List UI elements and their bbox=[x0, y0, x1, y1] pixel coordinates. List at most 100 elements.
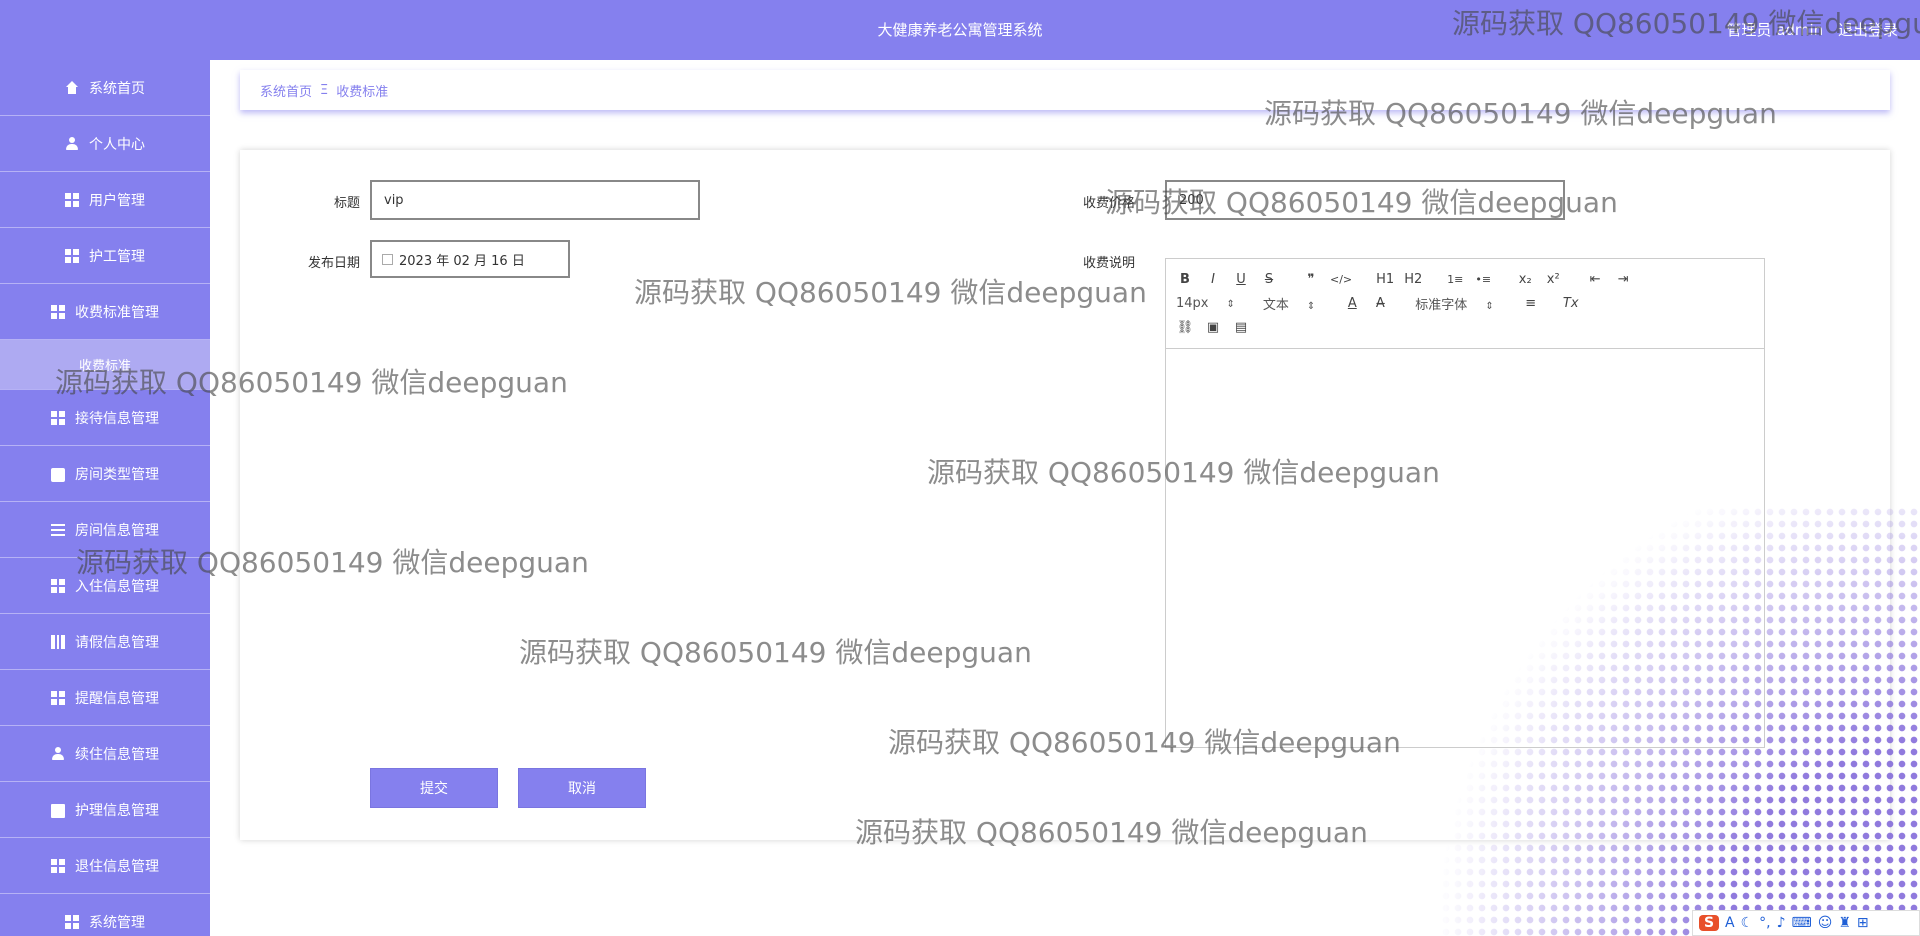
user-icon bbox=[51, 746, 65, 761]
sidebar-item-label: 个人中心 bbox=[89, 136, 145, 153]
user-icon bbox=[65, 136, 79, 151]
user-area: 管理员 admin 退出登录 bbox=[1716, 0, 1898, 60]
sidebar-item-label: 收费标准 bbox=[78, 359, 131, 374]
sidebar-item-home[interactable]: 系统首页 bbox=[0, 60, 210, 116]
cancel-button[interactable]: 取消 bbox=[518, 768, 646, 808]
select-arrow-icon: ⇕ bbox=[1226, 298, 1235, 310]
sidebar-item-label: 请假信息管理 bbox=[75, 634, 159, 651]
sidebar-item-label: 护理信息管理 bbox=[75, 802, 159, 819]
sidebar-item-label: 收费标准管理 bbox=[75, 304, 159, 321]
table-icon bbox=[51, 634, 65, 649]
sidebar-item-label: 入住信息管理 bbox=[75, 578, 159, 595]
sidebar-item-profile[interactable]: 个人中心 bbox=[0, 116, 210, 172]
grid-icon bbox=[51, 690, 65, 705]
ticket-icon bbox=[51, 804, 65, 818]
sidebar-item-leave[interactable]: 请假信息管理 bbox=[0, 614, 210, 670]
list-icon bbox=[51, 522, 65, 537]
app-title: 大健康养老公寓管理系统 bbox=[877, 21, 1043, 39]
sidebar-item-reception[interactable]: 接待信息管理 bbox=[0, 390, 210, 446]
blockquote-button[interactable]: ❞ bbox=[1302, 272, 1320, 287]
font-family-value: 标准字体 bbox=[1415, 297, 1468, 313]
sidebar-item-reminders[interactable]: 提醒信息管理 bbox=[0, 670, 210, 726]
format-value: 文本 bbox=[1262, 297, 1289, 313]
ime-logo[interactable]: S bbox=[1699, 915, 1719, 931]
clear-format-button[interactable]: Tx bbox=[1562, 296, 1580, 311]
font-size-value: 14px bbox=[1176, 295, 1209, 311]
sidebar-item-rooms[interactable]: 房间信息管理 bbox=[0, 502, 210, 558]
title-input[interactable] bbox=[370, 180, 700, 220]
sidebar-item-users[interactable]: 用户管理 bbox=[0, 172, 210, 228]
background-color-button[interactable]: A̶ bbox=[1371, 296, 1389, 311]
sidebar-item-label: 退住信息管理 bbox=[75, 858, 159, 875]
select-arrow-icon: ⇕ bbox=[1485, 300, 1494, 312]
logout-link[interactable]: 退出登录 bbox=[1838, 21, 1898, 39]
home-icon bbox=[65, 80, 79, 95]
breadcrumb: 系统首页 Ξ 收费标准 bbox=[240, 70, 1890, 110]
sidebar-item-room-types[interactable]: 房间类型管理 bbox=[0, 446, 210, 502]
grid-icon[interactable]: ⊞ bbox=[1857, 915, 1869, 931]
calendar-icon bbox=[382, 253, 393, 265]
moon-icon[interactable]: ☾ bbox=[1741, 915, 1754, 931]
code-block-button[interactable]: </> bbox=[1330, 273, 1352, 286]
keyboard-icon[interactable]: ⌨ bbox=[1792, 915, 1812, 931]
date-picker[interactable]: 2023 年 02 月 16 日 bbox=[370, 240, 570, 278]
sidebar-item-label: 接待信息管理 bbox=[75, 410, 159, 427]
video-icon[interactable]: ▤ bbox=[1232, 320, 1250, 335]
sidebar-subitem-fee-standard[interactable]: 收费标准 bbox=[0, 340, 210, 390]
underline-button[interactable]: U bbox=[1232, 272, 1250, 287]
image-icon[interactable]: ▣ bbox=[1204, 320, 1222, 335]
sidebar-item-label: 系统首页 bbox=[89, 80, 145, 97]
decorative-dot-pattern bbox=[1440, 506, 1920, 936]
outdent-button[interactable]: ⇤ bbox=[1586, 272, 1604, 287]
person-icon[interactable]: ☺ bbox=[1818, 915, 1833, 931]
punctuation-icon[interactable]: °, bbox=[1759, 915, 1770, 931]
grid-icon bbox=[51, 858, 65, 873]
grid-icon bbox=[65, 248, 79, 263]
heading1-button[interactable]: H1 bbox=[1376, 272, 1394, 287]
sidebar-item-checkout[interactable]: 退住信息管理 bbox=[0, 838, 210, 894]
select-arrow-icon: ⇕ bbox=[1306, 300, 1316, 312]
font-family-select[interactable]: 标准字体 ⇕ bbox=[1415, 294, 1493, 313]
submit-button[interactable]: 提交 bbox=[370, 768, 498, 808]
heading2-button[interactable]: H2 bbox=[1404, 272, 1422, 287]
bullet-list-button[interactable]: •≡ bbox=[1474, 273, 1492, 286]
font-size-select[interactable]: 14px ⇕ bbox=[1176, 296, 1235, 311]
format-select[interactable]: 文本 ⇕ bbox=[1263, 294, 1315, 313]
price-input[interactable] bbox=[1165, 180, 1565, 220]
grid-icon bbox=[65, 192, 79, 207]
sidebar-item-label: 续住信息管理 bbox=[75, 746, 159, 763]
sidebar: 系统首页 个人中心 用户管理 护工管理 收费标准管理 收费标准 接待信息管理 房… bbox=[0, 60, 210, 936]
shirt-icon[interactable]: ♜ bbox=[1838, 915, 1851, 931]
subscript-button[interactable]: x₂ bbox=[1516, 272, 1534, 287]
sidebar-item-label: 系统管理 bbox=[89, 914, 145, 931]
superscript-button[interactable]: x² bbox=[1544, 272, 1562, 287]
ordered-list-button[interactable]: 1≡ bbox=[1446, 273, 1464, 286]
grid-icon bbox=[51, 304, 65, 319]
grid-icon bbox=[51, 410, 65, 425]
date-label: 发布日期 bbox=[307, 256, 360, 271]
sidebar-item-nursing[interactable]: 护理信息管理 bbox=[0, 782, 210, 838]
text-color-button[interactable]: A bbox=[1343, 296, 1361, 311]
italic-button[interactable]: I bbox=[1204, 272, 1222, 287]
breadcrumb-separator: Ξ bbox=[320, 82, 329, 98]
sidebar-item-checkin[interactable]: 入住信息管理 bbox=[0, 558, 210, 614]
microphone-icon[interactable]: ♪ bbox=[1777, 915, 1786, 931]
description-label: 收费说明 bbox=[1082, 256, 1135, 271]
link-icon[interactable]: ⛓ bbox=[1176, 320, 1194, 335]
sidebar-item-caregivers[interactable]: 护工管理 bbox=[0, 228, 210, 284]
user-label: 管理员 admin bbox=[1726, 21, 1824, 39]
title-label: 标题 bbox=[333, 196, 360, 211]
indent-button[interactable]: ⇥ bbox=[1614, 272, 1632, 287]
ime-mode[interactable]: A bbox=[1725, 915, 1735, 931]
bold-button[interactable]: B bbox=[1176, 272, 1194, 287]
sidebar-item-fee-management[interactable]: 收费标准管理 bbox=[0, 284, 210, 340]
align-button[interactable]: ≡ bbox=[1522, 296, 1540, 311]
strike-button[interactable]: S bbox=[1260, 272, 1278, 287]
editor-toolbar: B I U S ❞ </> H1 H2 1≡ •≡ x₂ x² ⇤ ⇥ 14px… bbox=[1166, 259, 1764, 349]
sidebar-item-renewal[interactable]: 续住信息管理 bbox=[0, 726, 210, 782]
breadcrumb-home[interactable]: 系统首页 bbox=[260, 81, 312, 100]
sidebar-item-system[interactable]: 系统管理 bbox=[0, 894, 210, 936]
sidebar-item-label: 用户管理 bbox=[89, 192, 145, 209]
briefcase-icon bbox=[51, 468, 65, 482]
price-label: 收费价格 bbox=[1082, 196, 1135, 211]
